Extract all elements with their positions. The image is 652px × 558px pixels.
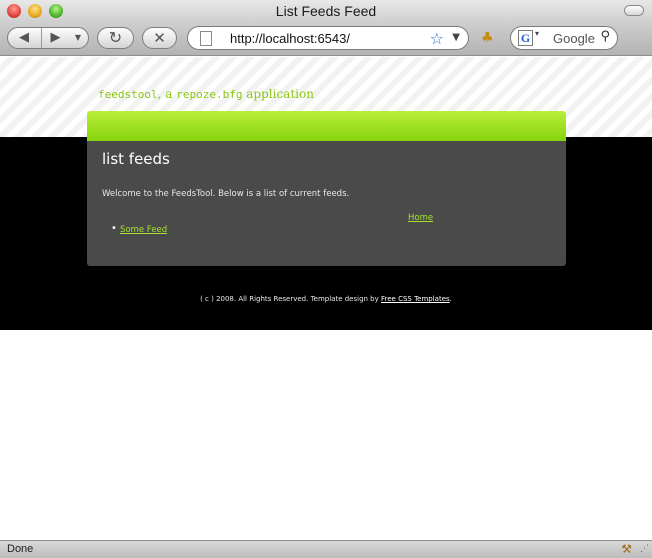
reload-button[interactable]: ↻: [97, 27, 134, 49]
stop-icon: ✕: [153, 29, 166, 47]
chevron-down-icon: ▼: [74, 33, 82, 42]
rss-feed-icon[interactable]: ♣: [481, 30, 494, 46]
window-title: List Feeds Feed: [275, 3, 377, 19]
bullet-icon: •: [111, 223, 117, 234]
search-input[interactable]: Google: [553, 31, 595, 46]
title-bar: List Feeds Feed: [0, 0, 652, 22]
history-dropdown-button[interactable]: ▼: [70, 28, 86, 48]
footer-end: .: [449, 295, 452, 303]
welcome-text: Welcome to the FeedsTool. Below is a lis…: [102, 189, 350, 199]
site-title-suffix: application: [242, 87, 314, 101]
status-bar: Done ⚒ ⋰: [0, 540, 652, 558]
home-link[interactable]: Home: [408, 213, 433, 223]
resize-grip-icon[interactable]: ⋰: [640, 544, 649, 554]
back-forward-control: ◀ ▶ ▼: [7, 27, 89, 49]
footer-copyright: ( c ) 2008. All Rights Reserved. Templat…: [200, 295, 381, 303]
forward-button[interactable]: ▶: [41, 28, 69, 48]
search-icon[interactable]: ⚲: [600, 29, 610, 44]
back-icon: ◀: [19, 30, 29, 45]
page-icon: [200, 31, 212, 46]
page-viewport: feedstool, a repoze.bfg application list…: [0, 57, 652, 540]
activity-icon: ⚒: [621, 542, 632, 556]
google-engine-icon[interactable]: G: [518, 30, 533, 46]
site-title-separator: , a: [157, 87, 177, 101]
list-item: • Some Feed: [111, 223, 167, 235]
engine-dropdown-icon[interactable]: ▾: [535, 29, 539, 38]
url-dropdown-icon[interactable]: ▼: [452, 32, 460, 43]
page-heading: list feeds: [102, 150, 170, 168]
back-button[interactable]: ◀: [10, 28, 38, 48]
content-box: list feeds Welcome to the FeedsTool. Bel…: [87, 141, 566, 266]
feed-list: • Some Feed: [111, 223, 167, 235]
site-title-app-name: feedstool: [98, 88, 158, 101]
reload-icon: ↻: [108, 28, 123, 47]
forward-icon: ▶: [50, 30, 61, 45]
status-text: Done: [7, 543, 34, 555]
site-title: feedstool, a repoze.bfg application: [98, 87, 314, 101]
site-title-framework: repoze.bfg: [176, 88, 243, 101]
toolbar-toggle-button[interactable]: [624, 5, 644, 16]
bookmark-star-icon[interactable]: ☆: [430, 29, 444, 48]
feed-link-some-feed[interactable]: Some Feed: [120, 225, 167, 235]
footer: ( c ) 2008. All Rights Reserved. Templat…: [0, 295, 652, 303]
url-text[interactable]: http://localhost:6543/: [230, 31, 350, 46]
search-box[interactable]: G ▾ Google ⚲: [510, 26, 618, 50]
stop-button[interactable]: ✕: [142, 27, 177, 49]
green-header-bar: [87, 111, 566, 141]
footer-template-link[interactable]: Free CSS Templates: [381, 295, 450, 303]
address-bar[interactable]: http://localhost:6543/ ☆ ▼: [187, 26, 469, 50]
